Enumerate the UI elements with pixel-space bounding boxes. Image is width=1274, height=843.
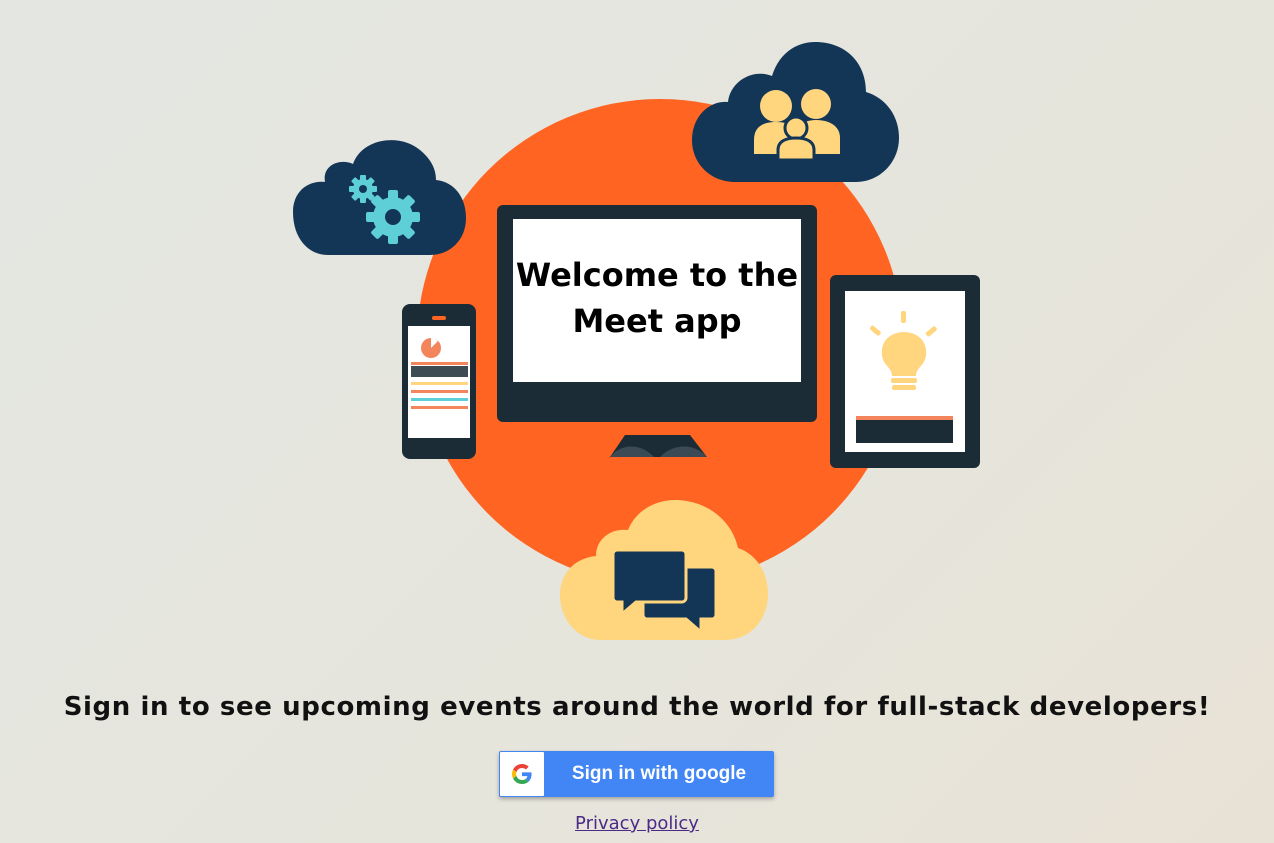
tablet [830, 275, 980, 468]
phone [402, 304, 476, 459]
gears-cloud [293, 140, 466, 255]
privacy-policy-link[interactable]: Privacy policy [575, 813, 699, 834]
google-logo-icon [500, 752, 544, 796]
gear-large-icon [366, 190, 420, 244]
google-sign-in-button[interactable]: Sign in with google [499, 751, 774, 797]
hero-illustration: Welcome to the Meet app [293, 42, 980, 640]
welcome-title-line2: Meet app [572, 302, 741, 340]
google-sign-in-label: Sign in with google [571, 763, 747, 784]
people-cloud [692, 42, 899, 182]
sign-in-tagline: Sign in to see upcoming events around th… [63, 692, 1211, 722]
monitor: Welcome to the Meet app [497, 205, 817, 457]
welcome-title-line1: Welcome to the [516, 256, 798, 294]
pie-chart-icon [421, 338, 441, 358]
gear-small-icon [349, 175, 377, 203]
privacy-policy-container: Privacy policy [0, 813, 1274, 834]
